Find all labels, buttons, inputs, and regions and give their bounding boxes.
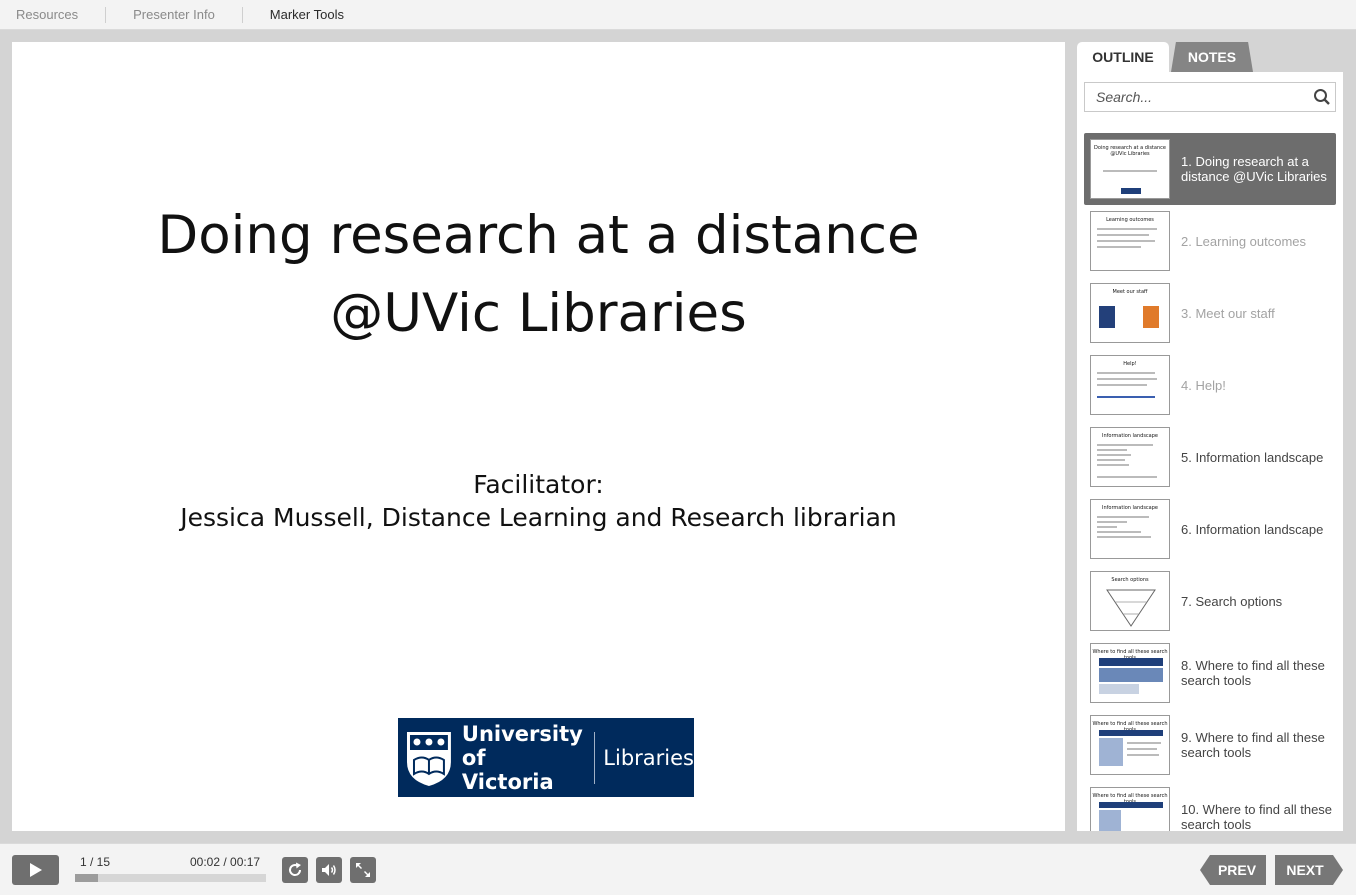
outline-item-label: 8. Where to find all these search tools [1181,658,1325,688]
slide-stage: Doing research at a distance @UVic Libra… [12,42,1065,831]
outline-item-label: 9. Where to find all these search tools [1181,730,1325,760]
next-button[interactable]: NEXT [1275,855,1343,885]
slide-thumbnail: Learning outcomes [1090,211,1170,271]
fullscreen-icon [356,863,370,877]
outline-item-label: 3. Meet our staff [1181,305,1275,321]
replay-button[interactable] [282,857,308,883]
outline-item-4[interactable]: Help! 4. Help! [1084,349,1336,421]
top-menu: Resources Presenter Info Marker Tools [0,0,1356,30]
outline-item-8[interactable]: Where to find all these search tools 8. … [1084,637,1336,709]
uvic-libraries-logo: University of Victoria Libraries [398,718,694,797]
search-box [1084,82,1336,112]
fullscreen-button[interactable] [350,857,376,883]
play-icon [30,863,42,877]
outline-item-label: 4. Help! [1181,377,1226,393]
replay-icon [289,862,302,876]
outline-item-3[interactable]: Meet our staff 3. Meet our staff [1084,277,1336,349]
outline-item-6[interactable]: Information landscape 6. Information lan… [1084,493,1336,565]
outline-item-label: 1. Doing research at a distance @UVic Li… [1181,154,1327,184]
slide-subtitle-line2: Jessica Mussell, Distance Learning and R… [180,503,897,532]
logo-university-text: University of Victoria [462,722,584,794]
outline-item-5[interactable]: Information landscape 5. Information lan… [1084,421,1336,493]
outline-list: Doing research at a distance @UVic Libra… [1084,133,1336,831]
slide-title-line1: Doing research at a distance [157,205,920,266]
prev-button[interactable]: PREV [1200,855,1266,885]
crest-icon [406,731,451,786]
slide-thumbnail: Meet our staff [1090,283,1170,343]
outline-item-2[interactable]: Learning outcomes 2. Learning outcomes [1084,205,1336,277]
slide-title: Doing research at a distance @UVic Libra… [12,197,1065,353]
slide-thumbnail: Help! [1090,355,1170,415]
seek-bar[interactable] [75,874,266,882]
outline-panel: Doing research at a distance @UVic Libra… [1077,72,1343,831]
volume-button[interactable] [316,857,342,883]
volume-icon [322,864,336,876]
logo-divider [594,731,596,784]
slide-thumbnail: Where to find all these search tools [1090,787,1170,831]
slide-thumbnail: Where to find all these search tools [1090,643,1170,703]
slide-thumbnail: Search options [1090,571,1170,631]
logo-libraries-text: Libraries [603,745,694,770]
outline-item-1[interactable]: Doing research at a distance @UVic Libra… [1084,133,1336,205]
player-controls: 1 / 15 00:02 / 00:17 PREV NEXT [0,843,1356,895]
menu-marker-tools[interactable]: Marker Tools [243,7,371,23]
slide-thumbnail: Where to find all these search tools [1090,715,1170,775]
outline-item-10[interactable]: Where to find all these search tools 10.… [1084,781,1336,831]
slide-subtitle-line1: Facilitator: [473,470,604,499]
outline-item-label: 5. Information landscape [1181,449,1324,465]
menu-resources[interactable]: Resources [0,6,107,23]
triangle-diagram-icon [1106,589,1156,627]
outline-item-7[interactable]: Search options 7. Search options [1084,565,1336,637]
slide-subtitle: Facilitator: Jessica Mussell, Distance L… [12,468,1065,534]
slide-thumbnail: Information landscape [1090,499,1170,559]
logo-line2: of Victoria [461,745,554,794]
slide-thumbnail: Information landscape [1090,427,1170,487]
search-input[interactable] [1085,83,1305,111]
outline-item-label: 10. Where to find all these search tools [1181,802,1333,831]
outline-item-label: 7. Search options [1181,593,1283,609]
outline-item-label: 2. Learning outcomes [1181,233,1307,249]
tab-notes[interactable]: NOTES [1171,42,1253,72]
outline-item-label: 6. Information landscape [1181,521,1324,537]
seek-bar-fill [75,874,98,882]
timecode: 00:02 / 00:17 [190,855,261,869]
outline-item-9[interactable]: Where to find all these search tools 9. … [1084,709,1336,781]
slide-counter: 1 / 15 [80,855,111,869]
tab-outline[interactable]: OUTLINE [1077,42,1169,72]
slide-thumbnail: Doing research at a distance @UVic Libra… [1090,139,1170,199]
menu-presenter-info[interactable]: Presenter Info [106,6,243,23]
slide-title-line2: @UVic Libraries [330,283,747,344]
logo-line1: University [461,721,583,746]
play-button[interactable] [12,855,59,885]
search-icon[interactable] [1313,88,1331,106]
